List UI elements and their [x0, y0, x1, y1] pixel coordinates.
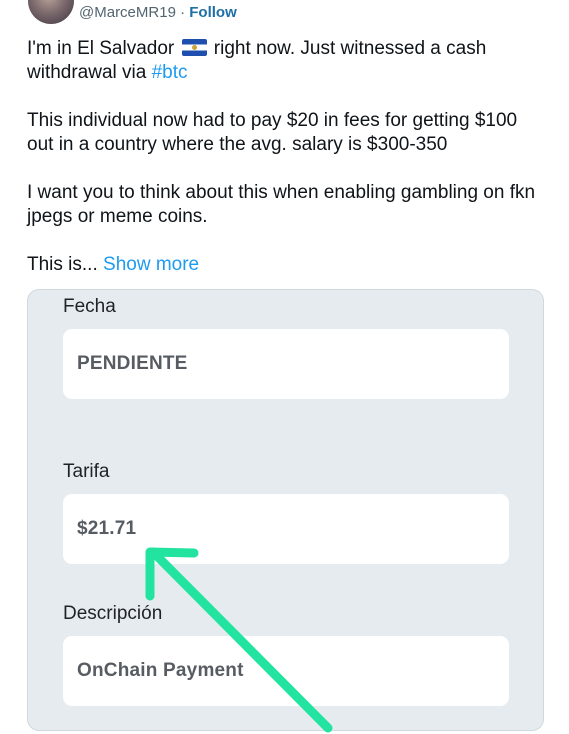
fecha-field: PENDIENTE	[63, 329, 509, 399]
author-handle[interactable]: @MarceMR19	[79, 4, 176, 21]
hashtag-link[interactable]: #btc	[152, 62, 188, 83]
tweet-text-segment: I'm in El Salvador	[27, 38, 175, 59]
descripcion-label: Descripción	[63, 603, 163, 624]
author-line: @MarceMR19 · Follow	[79, 4, 237, 21]
tweet-paragraph-3: I want you to think about this when enab…	[27, 182, 536, 227]
tweet-paragraph-1: I'm in El Salvador right now. Just witne…	[27, 37, 547, 85]
descripcion-value: OnChain Payment	[77, 660, 244, 681]
tarifa-field: $21.71	[63, 494, 509, 564]
tarifa-label: Tarifa	[63, 461, 110, 482]
el-salvador-flag-icon	[181, 39, 207, 56]
fecha-value: PENDIENTE	[77, 353, 188, 374]
tweet-paragraph-4: This is... Show more	[27, 253, 547, 277]
fecha-label: Fecha	[63, 296, 116, 317]
descripcion-field: OnChain Payment	[63, 636, 509, 706]
tweet-body: I'm in El Salvador right now. Just witne…	[27, 37, 547, 277]
tweet-header: @MarceMR19 · Follow	[0, 0, 569, 28]
truncated-text: This is...	[27, 254, 98, 275]
tarifa-value: $21.71	[77, 518, 137, 539]
show-more-link[interactable]: Show more	[103, 254, 199, 275]
avatar[interactable]	[28, 0, 74, 24]
separator-dot: ·	[180, 4, 186, 21]
attached-screenshot[interactable]: Fecha PENDIENTE Tarifa $21.71 Descripció…	[27, 289, 544, 731]
follow-button[interactable]: Follow	[189, 4, 237, 21]
tweet-paragraph-2: This individual now had to pay $20 in fe…	[27, 110, 518, 155]
